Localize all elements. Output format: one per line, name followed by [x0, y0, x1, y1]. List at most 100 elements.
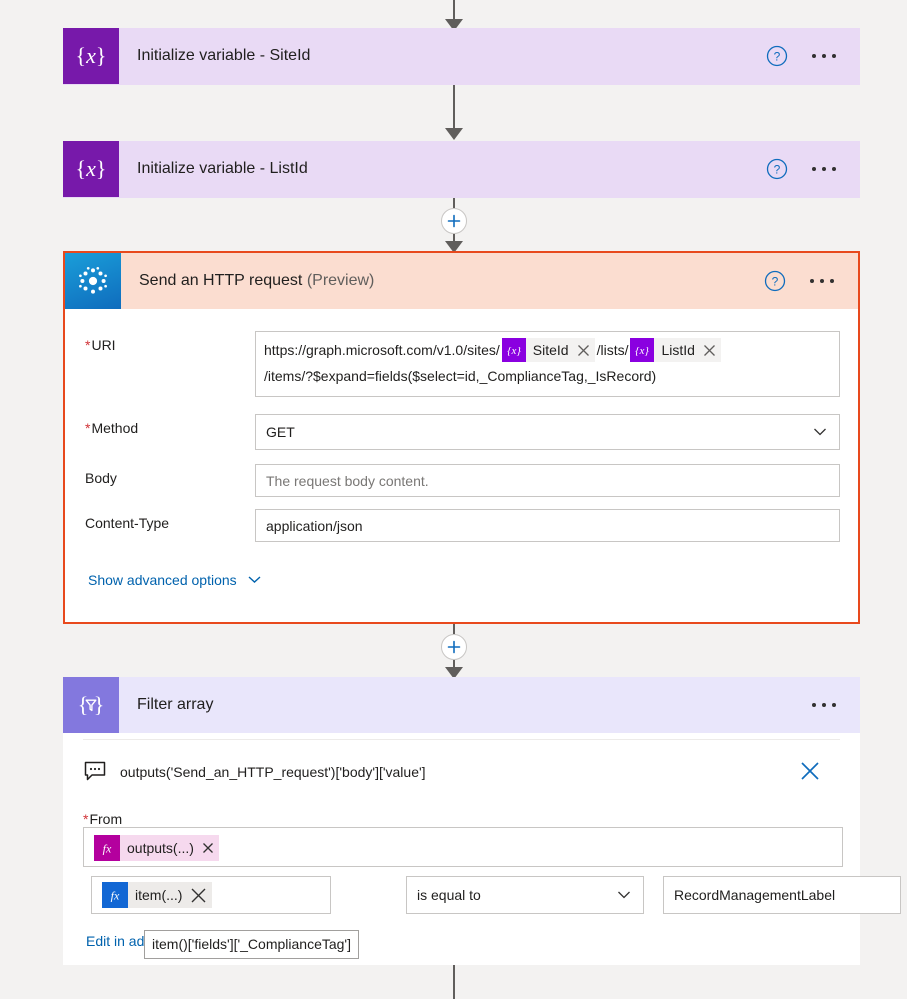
step-card-initialize-siteid[interactable]: {x} Initialize variable - SiteId ?: [63, 28, 860, 85]
microsoft-graph-icon: [65, 253, 121, 309]
flow-designer-canvas: {x} Initialize variable - SiteId ? {x} I…: [0, 0, 907, 999]
condition-value: RecordManagementLabel: [674, 887, 836, 903]
more-options-icon[interactable]: [808, 273, 836, 289]
field-row-body: Body The request body content.: [85, 464, 840, 497]
condition-operator-dropdown[interactable]: is equal to: [406, 876, 644, 914]
condition-row: fx item(...) is equal to RecordManagemen…: [91, 876, 901, 914]
field-row-content-type: Content-Type application/json: [85, 509, 840, 542]
uri-line-2: /items/?$expand=fields($select=id,_Compl…: [264, 363, 831, 389]
body-input[interactable]: The request body content.: [255, 464, 840, 497]
token-listid[interactable]: {x} ListId: [630, 338, 721, 362]
variable-icon: {x}: [63, 141, 119, 197]
uri-middle-text: /lists/: [596, 342, 629, 358]
connector-insert-filter: [0, 624, 907, 679]
close-icon[interactable]: [576, 343, 595, 358]
body-placeholder: The request body content.: [266, 473, 429, 489]
help-icon[interactable]: ?: [766, 158, 788, 180]
expression-token-icon: fx: [102, 882, 128, 908]
card-header-actions: [810, 697, 860, 713]
card-title: Initialize variable - ListId: [137, 160, 308, 177]
condition-left-input[interactable]: fx item(...): [91, 876, 331, 914]
content-type-label-text: Content-Type: [85, 515, 170, 531]
more-options-icon[interactable]: [810, 697, 838, 713]
condition-operator-value: is equal to: [417, 887, 481, 903]
token-label: item(...): [135, 887, 183, 903]
method-label-text: Method: [91, 420, 139, 436]
svg-text:{ }: { }: [78, 692, 105, 717]
uri-input[interactable]: https://graph.microsoft.com/v1.0/sites/ …: [255, 331, 840, 397]
condition-value-input[interactable]: RecordManagementLabel: [663, 876, 901, 914]
more-options-icon[interactable]: [810, 48, 838, 64]
token-label: ListId: [661, 342, 695, 358]
card-header[interactable]: {x} Initialize variable - ListId ?: [63, 141, 860, 197]
card-divider: [83, 739, 840, 740]
connector-siteid-listid: [0, 85, 907, 140]
uri-prefix-text: https://graph.microsoft.com/v1.0/sites/: [264, 342, 500, 358]
uri-label: *URI: [85, 331, 255, 353]
filter-icon: { }: [63, 677, 119, 733]
chevron-down-icon: [248, 576, 261, 583]
token-label: outputs(...): [127, 840, 194, 856]
svg-text:{x}: {x}: [636, 345, 650, 357]
comment-icon: [83, 759, 107, 786]
close-icon[interactable]: [189, 886, 212, 905]
card-title: Filter array: [137, 696, 214, 713]
content-type-label: Content-Type: [85, 509, 255, 531]
more-options-icon[interactable]: [810, 161, 838, 177]
svg-text:{x}: {x}: [76, 156, 107, 181]
card-title-text: Send an HTTP request: [139, 272, 303, 289]
card-header-actions: ?: [764, 270, 858, 292]
token-item[interactable]: fx item(...): [102, 882, 213, 908]
token-outputs[interactable]: fx outputs(...): [94, 835, 219, 861]
chevron-down-icon: [814, 428, 826, 436]
svg-text:?: ?: [774, 50, 781, 64]
step-card-filter-array[interactable]: { } Filter array outputs('Send_an_HTTP_r…: [63, 677, 901, 965]
method-dropdown[interactable]: GET: [255, 414, 840, 450]
from-input[interactable]: fx outputs(...): [83, 827, 843, 867]
insert-step-button[interactable]: [440, 208, 467, 234]
required-marker: *: [83, 811, 89, 827]
content-type-input[interactable]: application/json: [255, 509, 840, 542]
card-header[interactable]: Send an HTTP request (Preview) ?: [65, 253, 858, 309]
from-label: *From: [83, 805, 122, 827]
variable-token-icon: {x}: [630, 338, 655, 362]
token-label: SiteId: [532, 342, 569, 358]
svg-text:{x}: {x}: [507, 345, 521, 357]
close-icon[interactable]: [798, 759, 840, 786]
uri-suffix-text: /items/?$expand=fields($select=id,_Compl…: [264, 368, 657, 384]
required-marker: *: [85, 420, 91, 436]
card-header[interactable]: { } Filter array: [63, 677, 860, 733]
card-title: Send an HTTP request (Preview): [121, 272, 764, 290]
uri-label-text: URI: [91, 337, 116, 353]
close-icon[interactable]: [702, 343, 721, 358]
field-row-method: *Method GET: [85, 414, 840, 450]
token-siteid[interactable]: {x} SiteId: [501, 338, 595, 362]
card-header-actions: ?: [766, 158, 860, 180]
from-label-text: From: [89, 811, 123, 827]
show-advanced-options-label: Show advanced options: [88, 571, 237, 588]
expression-tooltip: item()['fields']['_ComplianceTag']: [144, 930, 359, 959]
card-header-actions: ?: [766, 45, 860, 67]
svg-text:?: ?: [772, 275, 779, 289]
insert-step-button[interactable]: [440, 634, 467, 660]
expression-preview-row: outputs('Send_an_HTTP_request')['body'][…: [83, 752, 840, 792]
card-header[interactable]: {x} Initialize variable - SiteId ?: [63, 28, 860, 84]
help-icon[interactable]: ?: [766, 45, 788, 67]
variable-icon: {x}: [63, 28, 119, 84]
step-card-send-http-request[interactable]: Send an HTTP request (Preview) ? *URI ht…: [63, 251, 860, 624]
close-icon[interactable]: [201, 841, 219, 855]
required-marker: *: [85, 337, 91, 353]
uri-line-1: https://graph.microsoft.com/v1.0/sites/ …: [264, 337, 831, 363]
method-label: *Method: [85, 414, 255, 436]
step-card-initialize-listid[interactable]: {x} Initialize variable - ListId ?: [63, 141, 860, 198]
body-label: Body: [85, 464, 255, 486]
show-advanced-options-link[interactable]: Show advanced options: [88, 571, 263, 588]
expression-preview-text: outputs('Send_an_HTTP_request')['body'][…: [120, 764, 426, 780]
svg-text:?: ?: [774, 163, 781, 177]
expression-tooltip-text: item()['fields']['_ComplianceTag']: [152, 936, 351, 952]
card-title: Initialize variable - SiteId: [137, 47, 311, 64]
card-title-preview-tag: (Preview): [306, 272, 375, 289]
method-value: GET: [266, 424, 295, 440]
help-icon[interactable]: ?: [764, 270, 786, 292]
svg-text:{x}: {x}: [76, 43, 107, 68]
